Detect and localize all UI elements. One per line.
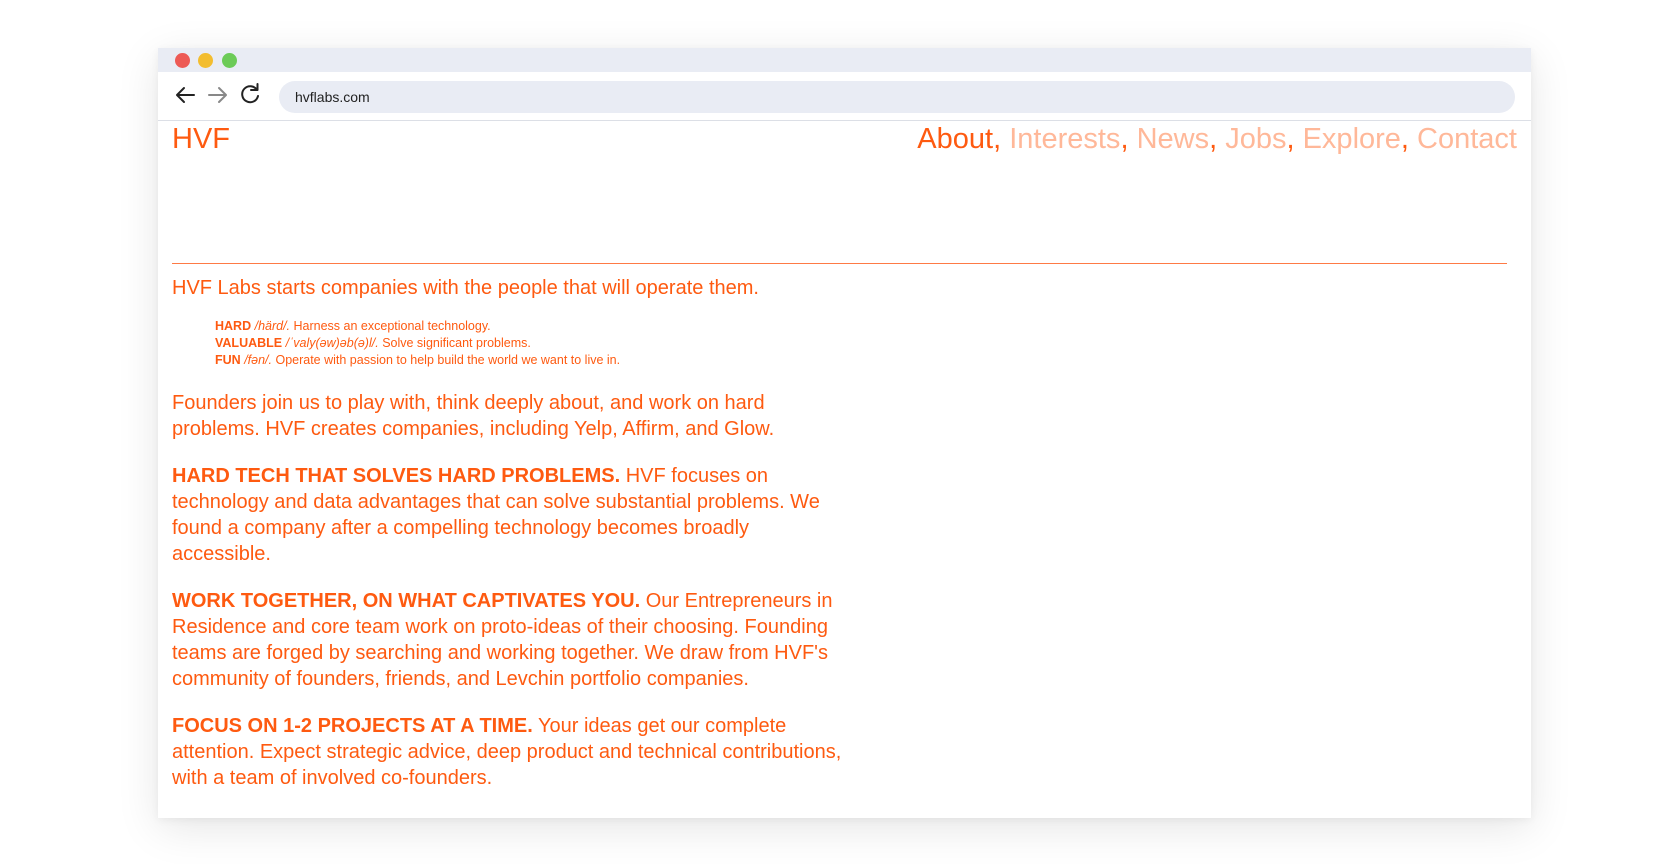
forward-button[interactable] [204, 81, 232, 109]
section-paragraph: HARD TECH THAT SOLVES HARD PROBLEMS. HVF… [172, 463, 852, 567]
back-arrow-icon [176, 87, 195, 103]
close-window-button[interactable] [175, 53, 190, 68]
forward-arrow-icon [208, 87, 227, 103]
founders-paragraph: Founders join us to play with, think dee… [172, 392, 775, 440]
definition-item: HARD /härd/. Harness an exceptional tech… [215, 318, 852, 335]
intro-text: HVF Labs starts companies with the peopl… [172, 277, 759, 299]
reload-button[interactable] [236, 81, 264, 109]
section-heading: WORK TOGETHER, ON WHAT CAPTIVATES YOU. [172, 590, 641, 612]
browser-window: hvflabs.com HVF About, Interests, News, … [158, 48, 1531, 818]
definition-text: Operate with passion to help build the w… [275, 353, 621, 367]
definition-text: Solve significant problems. [382, 336, 531, 350]
nav-separator: , [993, 123, 1002, 155]
nav-separator: , [1286, 123, 1295, 155]
definition-item: FUN /fən/. Operate with passion to help … [215, 352, 852, 369]
section-paragraph: FOCUS ON 1-2 PROJECTS AT A TIME. Your id… [172, 713, 852, 791]
definition-item: VALUABLE /ˈvaly(əw)əb(ə)l/. Solve signif… [215, 335, 852, 352]
nav-news[interactable]: News [1137, 123, 1210, 155]
about-content: HVF Labs starts companies with the peopl… [172, 275, 852, 791]
section-paragraph: WORK TOGETHER, ON WHAT CAPTIVATES YOU. O… [172, 588, 852, 692]
section-heading: HARD TECH THAT SOLVES HARD PROBLEMS. [172, 465, 621, 487]
browser-toolbar: hvflabs.com [158, 72, 1531, 121]
main-nav: About, Interests, News, Jobs, Explore, C… [917, 123, 1517, 156]
web-page: HVF About, Interests, News, Jobs, Explor… [158, 121, 1531, 818]
nav-contact[interactable]: Contact [1417, 123, 1517, 155]
back-button[interactable] [172, 81, 200, 109]
section-heading: FOCUS ON 1-2 PROJECTS AT A TIME. [172, 715, 533, 737]
definition-term: VALUABLE [215, 336, 283, 350]
maximize-window-button[interactable] [222, 53, 237, 68]
nav-about[interactable]: About [917, 123, 993, 155]
definition-term: FUN [215, 353, 241, 367]
minimize-window-button[interactable] [198, 53, 213, 68]
url-text: hvflabs.com [295, 89, 370, 105]
definition-term: HARD [215, 319, 252, 333]
nav-jobs[interactable]: Jobs [1225, 123, 1286, 155]
nav-explore[interactable]: Explore [1303, 123, 1401, 155]
definition-text: Harness an exceptional technology. [293, 319, 491, 333]
nav-separator: , [1120, 123, 1129, 155]
nav-separator: , [1400, 123, 1409, 155]
divider [172, 263, 1507, 264]
nav-separator: , [1209, 123, 1218, 155]
address-bar[interactable]: hvflabs.com [279, 81, 1515, 113]
site-logo[interactable]: HVF [172, 123, 230, 156]
title-bar [158, 48, 1531, 72]
definition-pronunciation: /härd/. [254, 319, 291, 333]
definition-pronunciation: /ˈvaly(əw)əb(ə)l/. [285, 336, 379, 350]
definition-pronunciation: /fən/. [244, 353, 272, 367]
nav-interests[interactable]: Interests [1009, 123, 1120, 155]
reload-icon [241, 83, 259, 104]
definitions-list: HARD /härd/. Harness an exceptional tech… [215, 318, 852, 369]
